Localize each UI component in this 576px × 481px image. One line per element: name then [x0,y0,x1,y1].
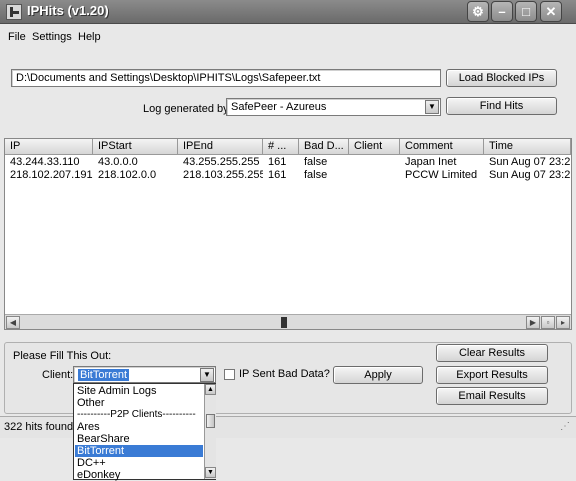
dropdown-option[interactable]: Ares [75,421,203,433]
scroll-down-icon[interactable]: ▼ [205,467,216,478]
log-source-select[interactable]: SafePeer - Azureus ▼ [226,98,441,116]
results-table[interactable]: IP IPStart IPEnd # ... Bad D... Client C… [4,138,572,330]
column-header-ip[interactable]: IP [5,139,93,155]
dropdown-option[interactable]: eDonkey [75,469,203,481]
menu-settings[interactable]: Settings [32,31,72,43]
minimize-button[interactable]: – [491,1,513,22]
menu-bar: File Settings Help [0,29,576,47]
client-select-value: BitTorrent [78,369,130,381]
cell-bad-data: false [304,156,328,168]
log-path-input[interactable]: D:\Documents and Settings\Desktop\IPHITS… [11,69,441,87]
find-hits-button[interactable]: Find Hits [446,97,557,115]
cell-ipend: 218.103.255.255 [183,169,263,181]
bad-data-label: IP Sent Bad Data? [239,368,330,380]
dropdown-option[interactable]: Site Admin Logs [75,385,203,397]
title-bar[interactable]: IPHits (v1.20) ⚙ – □ ✕ [0,0,576,24]
email-results-button[interactable]: Email Results [436,387,548,405]
window-title: IPHits (v1.20) [27,3,109,18]
cell-count: 161 [268,169,287,181]
cell-bad-data: false [304,169,328,181]
apply-button[interactable]: Apply [333,366,423,384]
client-dropdown-list[interactable]: Site Admin Logs Other ----------P2P Clie… [73,383,216,481]
dropdown-option-separator: ----------P2P Clients---------- [77,409,196,420]
table-header: IP IPStart IPEnd # ... Bad D... Client C… [5,139,571,155]
client-select[interactable]: BitTorrent ▼ [73,366,216,383]
dropdown-option[interactable]: BearShare [75,433,203,445]
cell-ipstart: 218.102.0.0 [98,169,157,181]
table-row[interactable]: 218.102.207.191 218.102.0.0 218.103.255.… [5,169,571,182]
menu-file[interactable]: File [8,31,26,43]
settings-icon[interactable]: ⚙ [467,1,489,22]
chevron-down-icon[interactable]: ▼ [200,368,214,382]
column-header-comment[interactable]: Comment [400,139,484,155]
dropdown-option[interactable]: Other [75,397,203,409]
column-header-client[interactable]: Client [349,139,400,155]
cell-ipend: 43.255.255.255 [183,156,260,168]
log-source-value: SafePeer - Azureus [231,101,327,113]
scroll-right-icon[interactable]: ▶ [526,316,540,329]
cell-count: 161 [268,156,287,168]
scroll-thumb[interactable] [281,317,287,328]
dropdown-option-selected[interactable]: BitTorrent [75,445,203,457]
column-header-count[interactable]: # ... [263,139,299,155]
column-header-time[interactable]: Time [484,139,571,155]
cell-ip: 43.244.33.110 [10,156,80,168]
cell-comment: Japan Inet [405,156,457,168]
resize-grip-icon[interactable]: ⋰ [560,421,570,432]
scroll-up-icon[interactable]: ▲ [205,384,216,395]
log-generated-label: Log generated by [143,103,229,115]
cell-client [349,169,400,182]
load-blocked-ips-button[interactable]: Load Blocked IPs [446,69,557,87]
restore-icon[interactable]: ▫ [541,316,555,329]
horizontal-scrollbar[interactable]: ◀ ▶ ▫ ▸ [5,314,571,329]
dropdown-option[interactable]: DC++ [75,457,203,469]
maximize-button[interactable]: □ [515,1,537,22]
cell-ipstart: 43.0.0.0 [98,156,138,168]
column-header-ipstart[interactable]: IPStart [93,139,178,155]
export-results-button[interactable]: Export Results [436,366,548,384]
scroll-left-icon[interactable]: ◀ [6,316,20,329]
app-icon [6,4,22,20]
fill-out-label: Please Fill This Out: [13,350,112,362]
client-label: Client: [42,369,74,381]
chevron-down-icon[interactable]: ▼ [425,100,439,114]
cell-comment: PCCW Limited [405,169,478,181]
menu-help[interactable]: Help [78,31,101,43]
cell-client [349,156,400,169]
cell-ip: 218.102.207.191 [10,169,93,181]
column-header-bad-data[interactable]: Bad D... [299,139,349,155]
bad-data-checkbox[interactable] [224,369,235,380]
table-row[interactable]: 43.244.33.110 43.0.0.0 43.255.255.255 16… [5,156,571,169]
column-header-ipend[interactable]: IPEnd [178,139,263,155]
clear-results-button[interactable]: Clear Results [436,344,548,362]
cell-time: Sun Aug 07 23:2... [489,156,571,168]
close-button[interactable]: ✕ [540,1,562,22]
cell-time: Sun Aug 07 23:2... [489,169,571,181]
scroll-end-icon[interactable]: ▸ [556,316,570,329]
dropdown-scrollbar[interactable]: ▲ ▼ [204,384,216,479]
scroll-thumb[interactable] [206,414,215,428]
